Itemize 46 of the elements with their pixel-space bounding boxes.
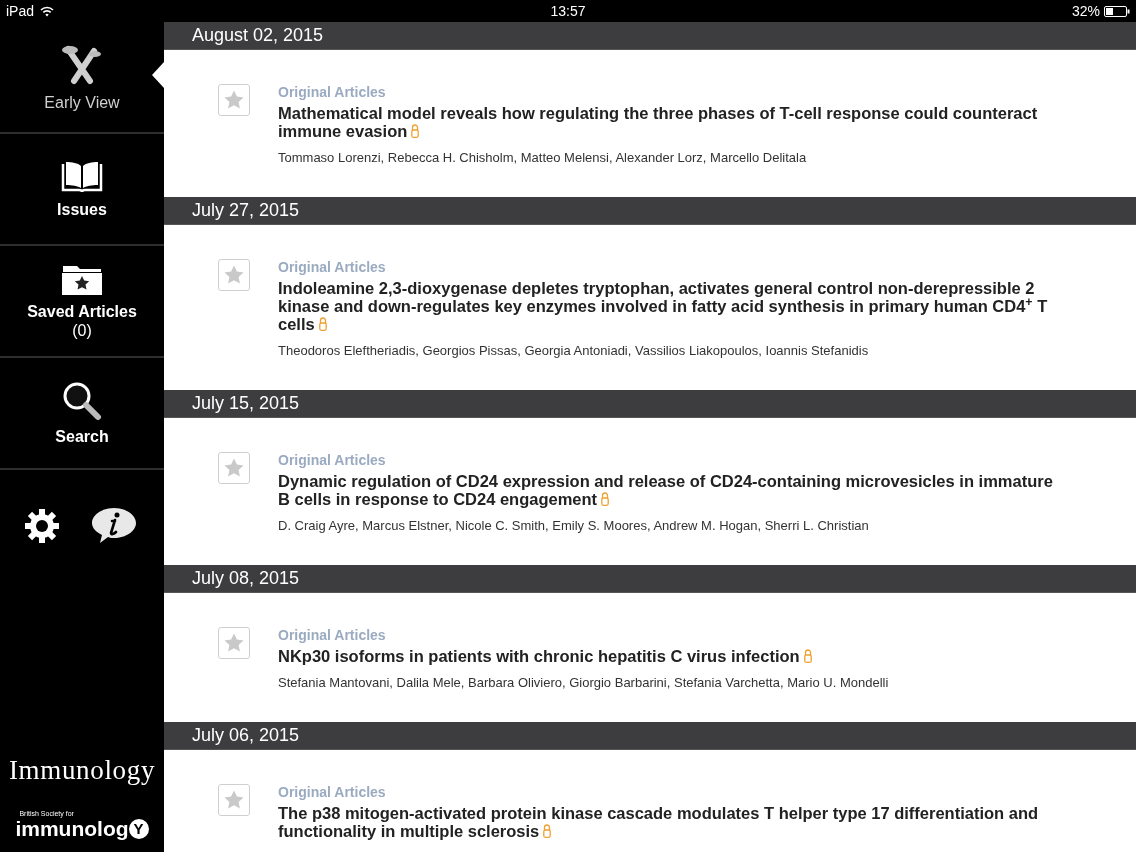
star-icon xyxy=(223,457,245,479)
article-title[interactable]: Indoleamine 2,3-dioxygenase depletes tryptophan, activates general control non-derepressible 2 kinase and down-regulates key enzymes involved in fatty acid synthesis in primary human CD4$^{+}$ T cells xyxy=(278,279,1066,333)
article-title[interactable]: Mathematical model reveals how regulating the three phases of T-cell response could counteract immune evasion xyxy=(278,104,1066,140)
battery-icon xyxy=(1104,5,1130,17)
article-authors: D. Craig Ayre, Marcus Elstner, Nicole C. Smith, Emily S. Moores, Andrew M. Hogan, Sherri L. Christian xyxy=(278,518,870,534)
device-name: iPad xyxy=(6,1,35,21)
date-header: August 02, 2015 xyxy=(192,24,324,47)
save-star-button[interactable] xyxy=(218,259,250,291)
article-category: Original Articles xyxy=(278,627,387,643)
battery-percent: 32% xyxy=(1071,1,1100,21)
date-header: July 08, 2015 xyxy=(192,567,300,590)
nav-label[interactable]: Saved Articles xyxy=(27,302,137,321)
date-header: July 15, 2015 xyxy=(192,392,300,415)
save-star-button[interactable] xyxy=(218,84,250,116)
settings-icon[interactable] xyxy=(23,508,60,544)
article-category: Original Articles xyxy=(278,784,387,800)
article-authors: Theodoros Eleftheriadis, Georgios Pissas, Georgia Antoniadi, Vassilios Liakopoulos, Ioannis Stefanidis xyxy=(278,343,870,359)
save-star-button[interactable] xyxy=(218,627,250,659)
article-title[interactable]: The p38 mitogen-activated protein kinase cascade modulates T helper type 17 differentiation and functionality in multiple sclerosis xyxy=(278,804,1066,840)
nav-label[interactable]: Issues xyxy=(57,199,107,219)
save-star-button[interactable] xyxy=(218,784,250,816)
star-icon xyxy=(223,789,245,811)
article-category: Original Articles xyxy=(278,84,387,100)
article-authors: Stefania Mantovani, Dalila Mele, Barbara Oliviero, Giorgio Barbarini, Stefania Varchetta, Mario U. Mondelli xyxy=(278,675,889,691)
clock: 13:57 xyxy=(550,1,586,21)
journal-title: Immunology xyxy=(8,753,156,787)
article-category: Original Articles xyxy=(278,259,387,275)
search-icon xyxy=(62,380,102,421)
wifi-icon xyxy=(40,5,55,17)
article-authors: Tommaso Lorenzi, Rebecca H. Chisholm, Matteo Melensi, Alexander Lorz, Marcello Delitala xyxy=(278,150,808,166)
date-header: July 06, 2015 xyxy=(192,724,300,747)
star-icon xyxy=(223,89,245,111)
article-category: Original Articles xyxy=(278,452,387,468)
article-title[interactable]: Dynamic regulation of CD24 expression and release of CD24-containing microvesicles in immature B cells in response to CD24 engagement xyxy=(278,472,1066,508)
nav-label[interactable]: Search xyxy=(55,426,109,446)
nav-label[interactable]: Early View xyxy=(44,92,120,112)
star-icon xyxy=(223,632,245,654)
star-icon xyxy=(223,264,245,286)
date-header: July 27, 2015 xyxy=(192,199,300,222)
save-star-button[interactable] xyxy=(218,452,250,484)
society-mark: Y xyxy=(128,819,149,839)
saved-count: (0) xyxy=(72,321,92,340)
society-name: immunolog xyxy=(15,818,129,840)
info-icon[interactable] xyxy=(90,506,137,546)
article-title[interactable]: NKp30 isoforms in patients with chronic hepatitis C virus infection xyxy=(278,647,889,665)
book-icon xyxy=(61,159,103,194)
